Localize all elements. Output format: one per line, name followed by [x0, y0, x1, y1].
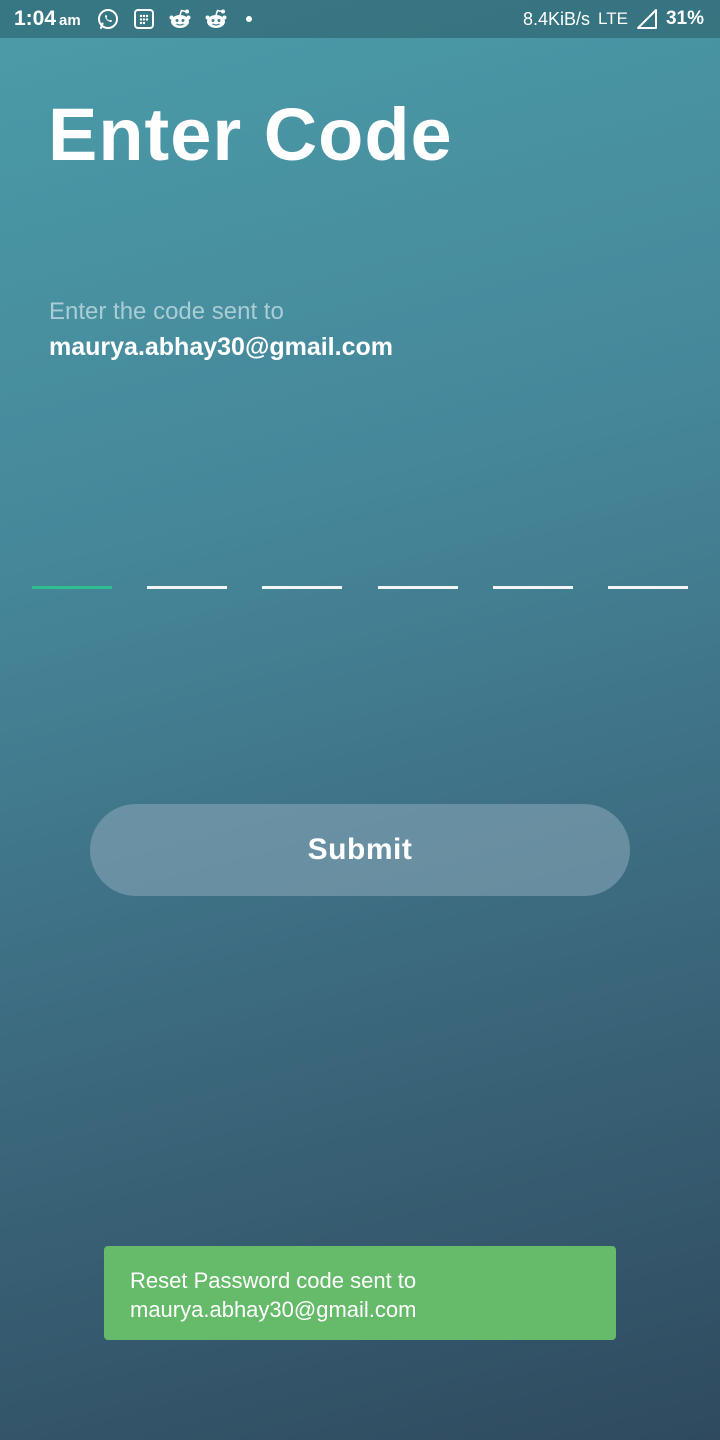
signal-icon: [636, 8, 658, 30]
whatsapp-icon: [96, 7, 120, 31]
reddit-icon: [204, 7, 228, 31]
page-title: Enter Code: [48, 93, 453, 176]
network-type: LTE: [598, 9, 628, 28]
more-notifications-dot-icon: [246, 16, 252, 22]
status-bar: 1:04 am 8.4KiB/s LTE 31%: [0, 0, 720, 38]
reddit-icon: [168, 7, 192, 31]
code-digit-slot-3[interactable]: [262, 586, 343, 589]
code-digit-slot-4[interactable]: [377, 586, 458, 589]
battery-level: 31%: [665, 8, 704, 29]
network-speed: 8.4KiB/s: [523, 8, 591, 29]
code-input-row[interactable]: [32, 586, 688, 590]
code-digit-slot-6[interactable]: [608, 586, 688, 589]
toast-message: Reset Password code sent to maurya.abhay…: [104, 1246, 616, 1340]
toast-line-2: maurya.abhay30@gmail.com: [130, 1297, 417, 1322]
recipient-email: maurya.abhay30@gmail.com: [49, 333, 393, 361]
status-time-value: 1:04: [14, 7, 57, 30]
code-digit-slot-1[interactable]: [32, 586, 112, 589]
notification-icons: [96, 7, 252, 31]
status-right: 8.4KiB/s LTE 31%: [523, 8, 704, 30]
code-sent-label: Enter the code sent to: [49, 298, 284, 325]
status-time: 1:04 am: [14, 7, 81, 31]
code-digit-slot-2[interactable]: [147, 586, 228, 589]
calculator-icon: [132, 7, 156, 31]
status-ampm: am: [59, 12, 81, 29]
submit-button[interactable]: Submit: [90, 804, 630, 896]
code-digit-slot-5[interactable]: [492, 586, 573, 589]
toast-line-1: Reset Password code sent to: [130, 1268, 417, 1293]
